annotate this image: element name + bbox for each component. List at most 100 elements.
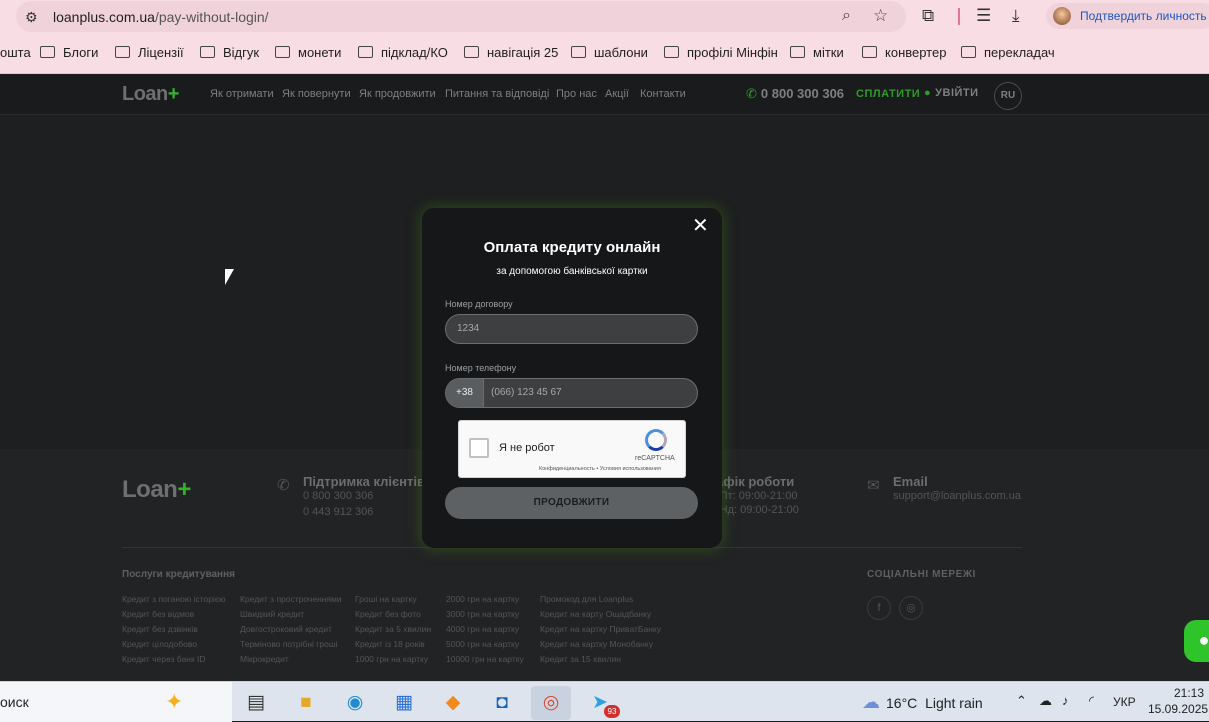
nav-link[interactable]: Питання та відповіді [445,88,549,100]
footer-link[interactable]: Кредит через банк ID [122,654,206,664]
nav-link[interactable]: Як повернути [282,88,351,100]
mouse-cursor-icon [225,269,234,285]
bookmark-item[interactable]: профілі Мінфін [664,45,778,60]
language-switch[interactable]: RU [994,82,1022,110]
footer-link[interactable]: 1000 грн на картку [355,654,428,664]
clock-time: 21:13 [1173,686,1204,700]
bookmark-item[interactable]: мітки [790,45,844,60]
chat-widget-button[interactable]: ● [1184,620,1209,662]
bookmark-item[interactable]: навігація 25 [464,45,558,60]
wifi-icon[interactable]: ◜ [1089,693,1094,709]
mail-icon: ✉ [867,477,880,494]
pay-link[interactable]: СПЛАТИТИ [856,88,920,100]
download-icon[interactable]: ⤓ [1012,6,1020,26]
header-phone[interactable]: ✆ 0 800 300 306 [746,86,844,102]
footer-link[interactable]: Кредит за 15 хвилин [540,654,621,664]
telegram-icon[interactable]: ➤ 93 [580,686,620,720]
bookmark-item[interactable]: підклад/КО [358,45,448,60]
bookmark-item[interactable]: Блоги [40,45,98,60]
footer-link[interactable]: Кредит з простроченнями [240,594,342,604]
media-playlist-icon[interactable]: ☰ [976,6,991,26]
nav-link[interactable]: Контакти [640,88,686,100]
outlook-icon[interactable]: ◘ [482,686,522,720]
nav-link[interactable]: Як продовжити [359,88,436,100]
footer-link[interactable]: Мікрокредит [240,654,289,664]
folder-icon [200,46,215,58]
footer-link[interactable]: Швидкий кредит [240,609,304,619]
footer-link[interactable]: Кредит без фото [355,609,421,619]
footer-link[interactable]: Кредит із 18 років [355,639,425,649]
site-settings-icon[interactable]: ⚙ [25,9,41,25]
footer-link[interactable]: Терміново потрібні гроші [240,639,338,649]
site-logo[interactable]: Loan+ [122,83,179,106]
footer-link[interactable]: 2000 грн на картку [446,594,519,604]
copilot-sparkle-icon: ✦ [165,689,184,714]
footer-phone[interactable]: 0 443 912 306 [303,506,373,518]
volume-icon[interactable]: ♪ [1062,693,1069,708]
system-clock[interactable]: 21:13 15.09.2025 [1148,685,1208,717]
close-icon[interactable]: ✕ [692,213,709,238]
recaptcha-checkbox[interactable] [469,438,489,458]
file-explorer-icon[interactable]: ■ [286,686,326,720]
nav-link[interactable]: Акції [605,88,629,100]
zoom-icon[interactable]: ⌕ [842,7,851,25]
tray-chevron-icon[interactable]: ⌃ [1016,693,1027,709]
footer-link[interactable]: Кредит на картку ПриватБанку [540,624,661,634]
phone-input[interactable]: (066) 123 45 67 [491,379,562,407]
nav-link[interactable]: Про нас [556,88,597,100]
footer-link[interactable]: Кредит цілодобово [122,639,197,649]
bookmark-item[interactable]: монети [275,45,341,60]
address-bar[interactable]: ⚙ loanplus.com.ua/pay-without-login/ ⌕ ☆ [16,1,906,32]
bookmark-item[interactable]: ошта [0,45,31,60]
footer-logo[interactable]: Loan+ [122,476,191,504]
footer-link[interactable]: Кредит з поганою історією [122,594,226,604]
footer-link[interactable]: Кредит без дзвінків [122,624,198,634]
footer-link[interactable]: 10000 грн на картку [446,654,524,664]
footer-link[interactable]: 5000 грн на картку [446,639,519,649]
recaptcha-logo-icon [645,429,667,451]
task-view-icon[interactable]: ▤ [236,686,276,720]
bookmark-item[interactable]: конвертер [862,45,946,60]
facebook-icon[interactable]: f [867,596,891,620]
bookmark-star-icon[interactable]: ☆ [873,6,888,26]
folder-icon [790,46,805,58]
browser-toolbar: ⚙ loanplus.com.ua/pay-without-login/ ⌕ ☆… [0,0,1209,34]
instagram-icon[interactable]: ◎ [899,596,923,620]
footer-link[interactable]: 4000 грн на картку [446,624,519,634]
profile-label: Подтвердить личность [1080,9,1207,23]
sublime-icon[interactable]: ◆ [433,686,473,720]
nav-link[interactable]: Як отримати [210,88,274,100]
footer-link[interactable]: 3000 грн на картку [446,609,519,619]
footer-link[interactable]: Гроші на картку [355,594,417,604]
footer-link[interactable]: Кредит без відмов [122,609,194,619]
profile-button[interactable]: Подтвердить личность [1046,3,1209,29]
extensions-icon[interactable]: ⧉ [922,6,934,26]
continue-button[interactable]: ПРОДОВЖИТИ [445,487,698,519]
chrome-icon[interactable]: ◎ [531,686,571,720]
footer-email-link[interactable]: support@loanplus.com.ua [893,490,1021,502]
bookmark-item[interactable]: шаблони [571,45,648,60]
bookmark-item[interactable]: Ліцензії [115,45,184,60]
phone-icon: ✆ [746,86,757,101]
url-text[interactable]: loanplus.com.ua/pay-without-login/ [53,9,269,25]
input-language[interactable]: УКР [1113,695,1136,709]
folder-icon [464,46,479,58]
store-icon[interactable]: ▦ [384,686,424,720]
footer-link[interactable]: Довгостроковий кредит [240,624,332,634]
bookmark-item[interactable]: Відгук [200,45,259,60]
footer-link[interactable]: Кредит за 5 хвилин [355,624,431,634]
bookmark-item[interactable]: перекладач [961,45,1055,60]
onedrive-icon[interactable]: ☁ [1039,693,1052,709]
footer-link[interactable]: Кредит на карту Ощадбанку [540,609,651,619]
recaptcha-terms[interactable]: Конфиденциальность • Условия использован… [539,466,661,472]
recaptcha-widget: Я не робот reCAPTCHA Конфиденциальность … [458,420,686,478]
contract-number-input[interactable]: 1234 [445,314,698,344]
footer-phone[interactable]: 0 800 300 306 [303,490,373,502]
footer-link[interactable]: Промокод для Loanplus [540,594,633,604]
weather-widget[interactable]: ☁ 16°C Light rain [862,692,983,713]
edge-icon[interactable]: ◉ [335,686,375,720]
cloud-rain-icon: ☁ [862,692,880,712]
taskbar-search[interactable]: оиск ✦ [0,682,232,722]
login-link[interactable]: ● УВІЙТИ [924,87,979,99]
footer-link[interactable]: Кредит на картку Монобанку [540,639,653,649]
